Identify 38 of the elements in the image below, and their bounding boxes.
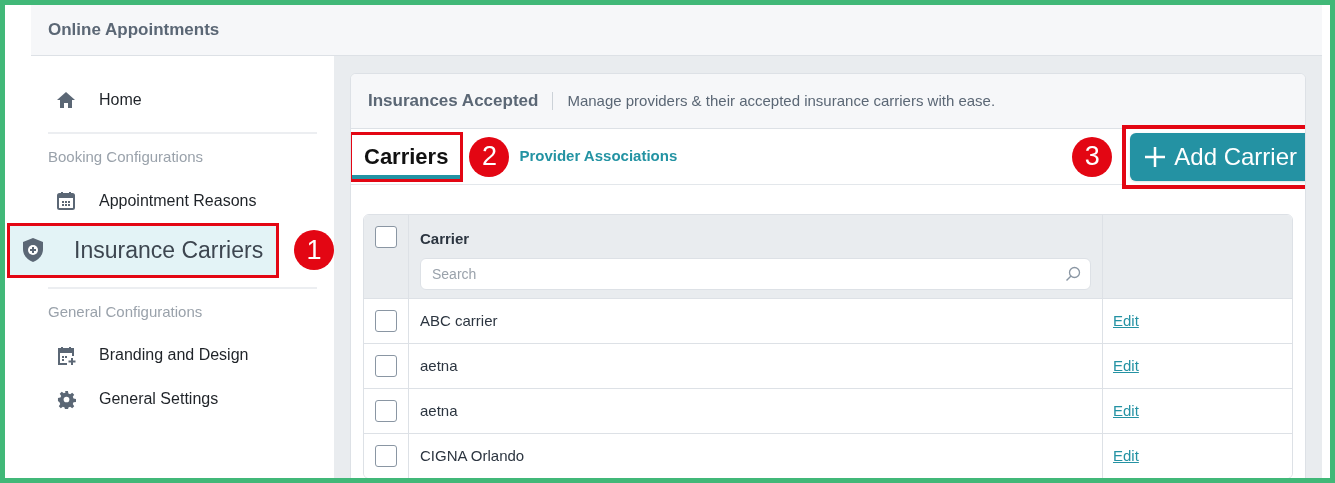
sidebar-item[interactable]: Home — [55, 78, 142, 122]
sidebar-item[interactable]: General Settings — [55, 377, 219, 421]
add-carrier-button[interactable]: Add Carrier — [1130, 132, 1305, 181]
callout-badge: 2 — [469, 136, 510, 177]
table-cell-text: CIGNA Orlando — [420, 445, 525, 466]
sidebar-item[interactable]: Insurance Carriers — [7, 222, 279, 278]
card-title: Insurances Accepted — [368, 90, 539, 113]
checkbox[interactable] — [375, 355, 397, 377]
sidebar-item[interactable]: Branding and Design — [55, 333, 249, 377]
table-cell-text: ABC carrier — [420, 310, 498, 331]
checkbox[interactable] — [375, 445, 397, 467]
callout-badge: 1 — [294, 230, 334, 270]
home-icon — [55, 91, 77, 109]
calendar-plus-icon — [55, 345, 77, 365]
search-icon — [1065, 265, 1081, 282]
card-subtitle: Manage providers & their accepted insurance carriers with ease. — [567, 90, 996, 111]
app-title: Online Appointments — [48, 19, 220, 42]
edit-link[interactable]: Edit — [1113, 444, 1139, 468]
gear-icon — [55, 389, 77, 409]
table-cell-text: aetna — [420, 355, 458, 376]
search-field[interactable]: Search — [420, 257, 1091, 290]
section-heading: Booking Configurations — [47, 147, 205, 167]
tab[interactable]: Carriers — [351, 131, 464, 182]
calendar-icon — [55, 191, 77, 210]
table-cell-text: aetna — [420, 400, 458, 421]
callout-badge: 3 — [1072, 136, 1113, 177]
column-header: Carrier — [420, 229, 471, 249]
checkbox[interactable] — [375, 400, 397, 422]
sidebar-item[interactable]: Appointment Reasons — [55, 178, 257, 223]
section-heading: General Configurations — [47, 301, 204, 322]
edit-link[interactable]: Edit — [1113, 354, 1139, 378]
checkbox[interactable] — [375, 226, 397, 248]
plus-icon — [1144, 145, 1167, 168]
edit-link[interactable]: Edit — [1113, 399, 1139, 423]
shield-plus-icon — [22, 237, 44, 263]
edit-link[interactable]: Edit — [1113, 309, 1139, 333]
tab[interactable]: Provider Associations — [509, 129, 688, 184]
checkbox[interactable] — [375, 310, 397, 332]
